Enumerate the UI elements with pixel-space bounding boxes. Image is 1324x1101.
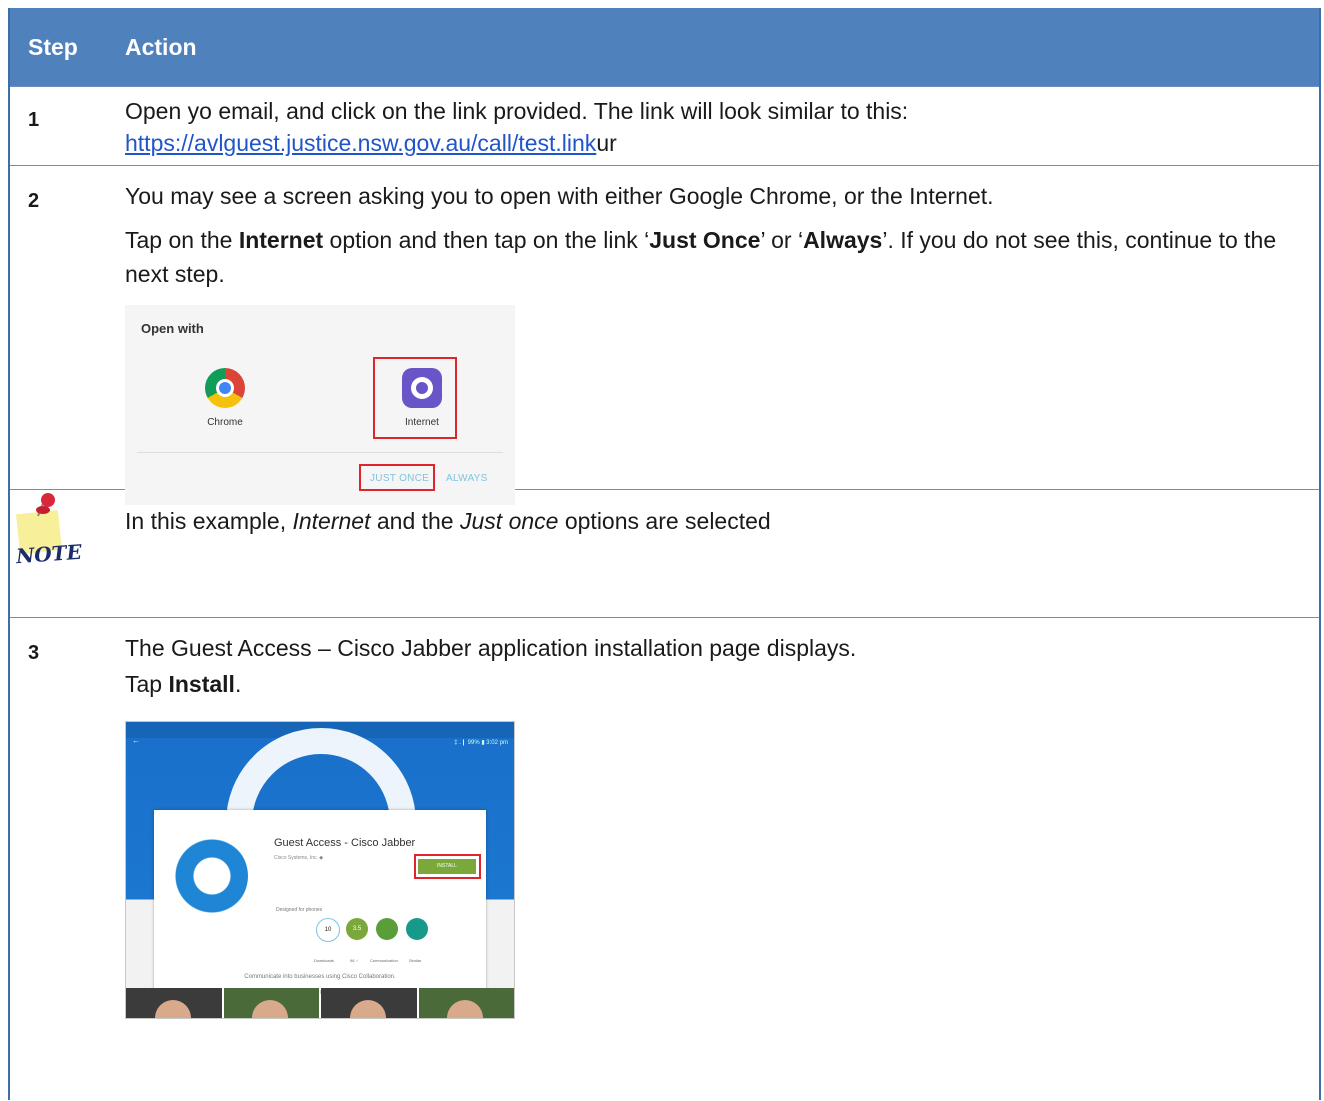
note-just-once: Just once [460, 508, 559, 534]
screenshot-thumbnails [126, 988, 514, 1018]
always-button[interactable]: ALWAYS [446, 472, 488, 486]
note-icon-label: NOTE [15, 539, 83, 569]
step-number: 3 [28, 642, 40, 664]
thumbnail [126, 988, 222, 1018]
note-internet: Internet [292, 508, 371, 534]
thumbnail [321, 988, 417, 1018]
step-1-text: Open yo email, and click on the link pro… [125, 98, 909, 124]
table-row-note: NOTE In this example, Internet and the J… [10, 489, 1319, 617]
note-icon: NOTE [10, 490, 125, 617]
chrome-app-option[interactable]: Chrome [180, 368, 270, 430]
chrome-icon [205, 368, 245, 408]
step-number: 2 [28, 190, 40, 212]
thumbnail [418, 988, 514, 1018]
header-action: Action [125, 33, 197, 60]
internet-highlight-box [373, 357, 457, 439]
step-1-body: Open yo email, and click on the link pro… [125, 87, 1319, 165]
table-header: Step Action [10, 8, 1319, 86]
step-1-trailing: ur [596, 130, 617, 156]
table-row-step-1: 1 Open yo email, and click on the link p… [10, 86, 1319, 165]
internet-option-label: Internet [238, 227, 324, 253]
communication-icon [376, 918, 398, 940]
step-3-line-1: The Guest Access – Cisco Jabber applicat… [125, 635, 857, 661]
downloads-badge: 10 [316, 918, 340, 942]
chrome-label: Chrome [207, 417, 243, 428]
install-highlight-box [414, 854, 481, 879]
dialog-divider [137, 452, 503, 453]
install-label: Install [168, 671, 235, 697]
rating-badge: 3.5 [346, 918, 368, 940]
instruction-table: Step Action 1 Open yo email, and click o… [8, 8, 1321, 1100]
table-row-step-2: 2 You may see a screen asking you to ope… [10, 165, 1319, 505]
open-with-dialog-screenshot: Open with Chrome Internet JUST ONCE ALWA… [125, 305, 515, 505]
just-once-label: Just Once [649, 227, 761, 253]
header-step: Step [28, 33, 78, 60]
app-card: Guest Access - Cisco Jabber Cisco System… [154, 810, 486, 1018]
always-label: Always [803, 227, 883, 253]
step-2-line-1: You may see a screen asking you to open … [125, 183, 994, 209]
dialog-title: Open with [141, 321, 204, 336]
note-body: In this example, Internet and the Just o… [125, 508, 771, 534]
app-publisher: Cisco Systems, Inc. ◆ [274, 855, 324, 861]
step-3-line-2: Tap Install. [125, 671, 242, 697]
step-2-line-2: Tap on the Internet option and then tap … [125, 227, 1277, 287]
step-number: 1 [28, 109, 40, 131]
step-2-body: You may see a screen asking you to open … [125, 166, 1319, 505]
jabber-install-screenshot: ‡ .❙ 99% ▮ 3:02 pm ← Guest Access - Cisco… [125, 721, 515, 1019]
step-3-body: The Guest Access – Cisco Jabber applicat… [125, 618, 1319, 1100]
just-once-highlight-box [359, 464, 435, 491]
designed-for-phones: Designed for phones [276, 907, 323, 913]
test-link[interactable]: https://avlguest.justice.nsw.gov.au/call… [125, 130, 596, 156]
thumbnail [223, 988, 319, 1018]
table-row-step-3: 3 The Guest Access – Cisco Jabber applic… [10, 617, 1319, 1100]
jabber-logo-icon [168, 836, 248, 916]
similar-icon [406, 918, 428, 940]
